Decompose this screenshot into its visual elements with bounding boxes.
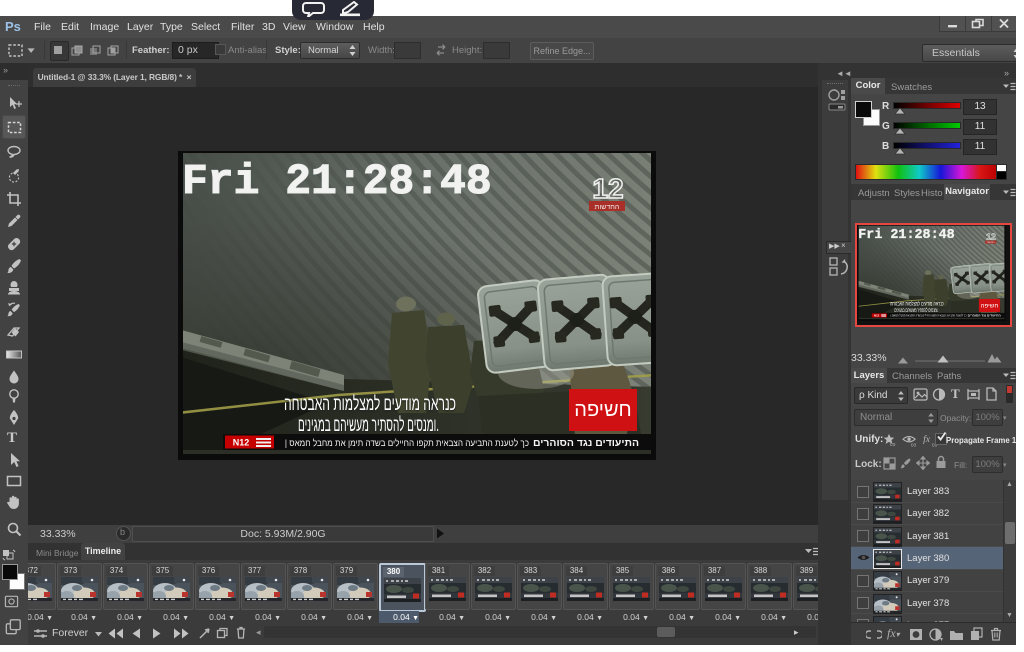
svg-text:co: co <box>890 442 896 447</box>
svg-text:▾: ▾ <box>940 637 943 641</box>
svg-text:co: co <box>911 443 917 447</box>
svg-text:fx: fx <box>923 434 931 445</box>
